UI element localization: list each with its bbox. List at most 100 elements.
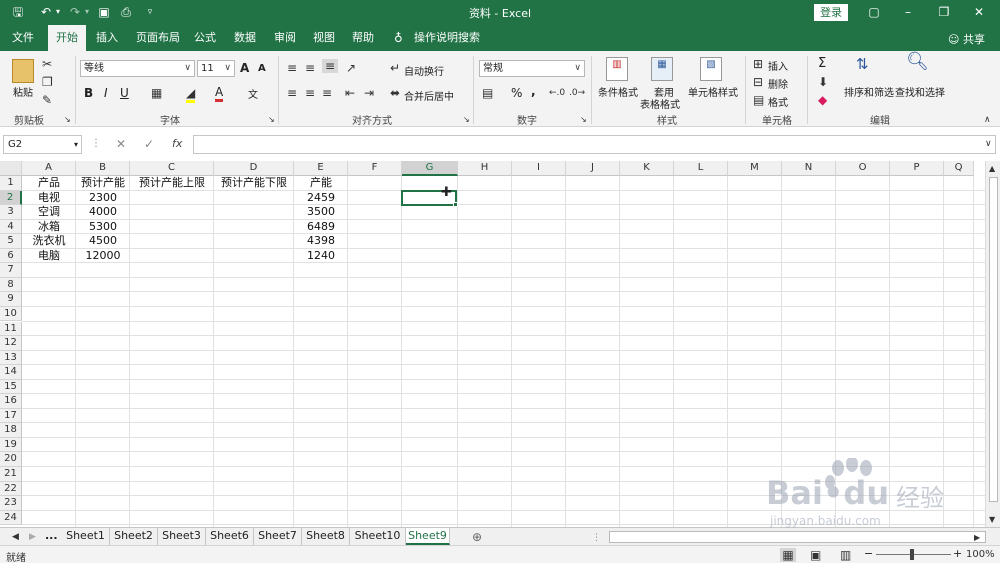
fill-icon[interactable]: ⬇ — [818, 75, 828, 89]
cell-styles-button[interactable]: 单元格样式 — [688, 84, 738, 99]
fill-color-icon[interactable]: ◢ — [186, 86, 196, 103]
table-header-cell[interactable]: 预计产能下限 — [214, 176, 294, 190]
row-header-16[interactable]: 16 — [0, 394, 22, 409]
row-header-21[interactable]: 21 — [0, 467, 22, 482]
conditional-formatting-icon[interactable]: ▥ — [606, 57, 628, 81]
column-header-k[interactable]: K — [620, 161, 674, 176]
tab-file[interactable]: 文件 — [12, 25, 34, 51]
horizontal-scrollbar[interactable] — [609, 531, 986, 543]
table-cell[interactable]: 12000 — [76, 249, 130, 263]
decrease-decimal-icon[interactable]: .0→ — [569, 86, 585, 100]
align-right-icon[interactable]: ≡ — [322, 86, 332, 100]
page-layout-view-icon[interactable]: ▣ — [810, 548, 821, 562]
table-cell[interactable]: 3500 — [294, 205, 348, 219]
column-header-g[interactable]: G — [402, 161, 458, 176]
bold-button[interactable]: B — [84, 86, 93, 100]
scroll-down-icon[interactable]: ▼ — [989, 513, 995, 527]
increase-decimal-icon[interactable]: ←.0 — [549, 86, 565, 100]
column-header-h[interactable]: H — [458, 161, 512, 176]
column-header-c[interactable]: C — [130, 161, 214, 176]
row-header-5[interactable]: 5 — [0, 234, 22, 249]
worksheet-grid[interactable]: ABCDEFGHIJKLMNOPQ 1 2 3 4 5 6 7 8 9 10 11 12 13 14 15 1… — [0, 161, 985, 527]
row-header-15[interactable]: 15 — [0, 379, 22, 395]
align-top-icon[interactable]: ≡ — [287, 61, 297, 75]
font-name-select[interactable]: 等线 ∨ — [80, 60, 195, 77]
copy-icon[interactable]: ❐ — [42, 75, 53, 89]
table-cell[interactable]: 空调 — [22, 205, 76, 219]
row-header-23[interactable]: 23 — [0, 496, 22, 511]
align-left-icon[interactable]: ≡ — [287, 86, 297, 100]
row-header-6[interactable]: 6 — [0, 248, 22, 264]
split-handle-icon[interactable]: ⋮ — [592, 531, 601, 545]
grow-font-button[interactable]: A — [240, 61, 249, 75]
wrap-text-icon[interactable]: ↵ — [390, 61, 400, 75]
table-header-cell[interactable]: 产品 — [22, 176, 76, 190]
vertical-scroll-thumb[interactable] — [989, 177, 998, 502]
table-cell[interactable]: 2459 — [294, 191, 348, 205]
tab-formulas[interactable]: 公式 — [194, 25, 216, 51]
vertical-scrollbar[interactable]: ▲ ▼ — [985, 161, 1000, 527]
column-header-f[interactable]: F — [348, 161, 402, 176]
expand-formula-bar-icon[interactable]: ∨ — [985, 137, 992, 151]
row-header-11[interactable]: 11 — [0, 321, 22, 336]
format-cells-button[interactable]: 格式 — [768, 94, 788, 109]
delete-cells-button[interactable]: 删除 — [768, 76, 788, 91]
percent-button[interactable]: % — [511, 86, 522, 100]
column-header-o[interactable]: O — [836, 161, 890, 176]
align-middle-icon[interactable]: ≡ — [305, 61, 315, 75]
underline-button[interactable]: U — [120, 86, 129, 100]
find-select-button[interactable]: 查找和选择 — [895, 84, 945, 99]
sort-filter-button[interactable]: 排序和筛选 — [844, 84, 894, 99]
table-cell[interactable]: 6489 — [294, 220, 348, 234]
table-header-cell[interactable]: 预计产能上限 — [130, 176, 214, 190]
share-button[interactable]: ☺ 共享 — [948, 31, 985, 47]
column-header-i[interactable]: I — [512, 161, 566, 176]
font-color-button[interactable]: A — [215, 85, 224, 102]
tab-home[interactable]: 开始 — [48, 25, 86, 51]
table-header-cell[interactable]: 产能 — [294, 176, 348, 190]
row-header-22[interactable]: 22 — [0, 481, 22, 497]
dialog-launcher-icon[interactable]: ↘ — [64, 113, 71, 127]
table-cell[interactable]: 1240 — [294, 249, 348, 263]
column-header-m[interactable]: M — [728, 161, 782, 176]
sheet-tab-sheet2[interactable]: Sheet2 — [110, 528, 158, 545]
login-button[interactable]: 登录 — [814, 4, 848, 21]
close-icon[interactable]: ✕ — [971, 4, 987, 20]
merge-center-icon[interactable]: ⬌ — [390, 86, 400, 100]
table-cell[interactable]: 电脑 — [22, 249, 76, 263]
formula-input[interactable] — [193, 135, 996, 154]
row-header-18[interactable]: 18 — [0, 423, 22, 438]
zoom-level[interactable]: 100% — [966, 549, 995, 560]
column-header-l[interactable]: L — [674, 161, 728, 176]
add-sheet-icon[interactable]: ⊕ — [472, 530, 482, 544]
cell-styles-icon[interactable]: ▧ — [700, 57, 722, 81]
find-select-icon[interactable]: 🔍︎ — [906, 53, 929, 71]
column-header-d[interactable]: D — [214, 161, 294, 176]
row-header-17[interactable]: 17 — [0, 408, 22, 424]
phonetic-button[interactable]: 文 — [248, 86, 258, 101]
number-format-select[interactable]: 常规 ∨ — [479, 60, 585, 77]
format-as-table-icon[interactable]: ▦ — [651, 57, 673, 81]
sheet-tab-sheet9[interactable]: Sheet9 — [406, 528, 450, 545]
sheet-tab-sheet7[interactable]: Sheet7 — [254, 528, 302, 545]
format-cells-icon[interactable]: ▤ — [753, 93, 764, 107]
row-header-20[interactable]: 20 — [0, 452, 22, 467]
format-painter-icon[interactable]: ✎ — [42, 93, 52, 107]
conditional-formatting-button[interactable]: 条件格式 — [598, 84, 638, 99]
insert-cells-icon[interactable]: ⊞ — [753, 57, 763, 71]
column-header-e[interactable]: E — [294, 161, 348, 176]
row-header-3[interactable]: 3 — [0, 205, 22, 220]
comma-button[interactable]: , — [531, 84, 536, 98]
column-header-p[interactable]: P — [890, 161, 944, 176]
column-header-a[interactable]: A — [22, 161, 76, 176]
tab-page-layout[interactable]: 页面布局 — [136, 25, 180, 51]
merge-center-button[interactable]: 合并后居中 — [404, 88, 454, 103]
name-box[interactable]: G2 ▾ — [3, 135, 82, 154]
row-header-7[interactable]: 7 — [0, 263, 22, 278]
tab-view[interactable]: 视图 — [313, 25, 335, 51]
prev-sheet-icon[interactable]: ◀ — [12, 530, 19, 544]
sheet-tab-sheet3[interactable]: Sheet3 — [158, 528, 206, 545]
insert-cells-button[interactable]: 插入 — [768, 58, 788, 73]
tab-insert[interactable]: 插入 — [96, 25, 118, 51]
increase-indent-icon[interactable]: ⇥ — [364, 86, 374, 100]
